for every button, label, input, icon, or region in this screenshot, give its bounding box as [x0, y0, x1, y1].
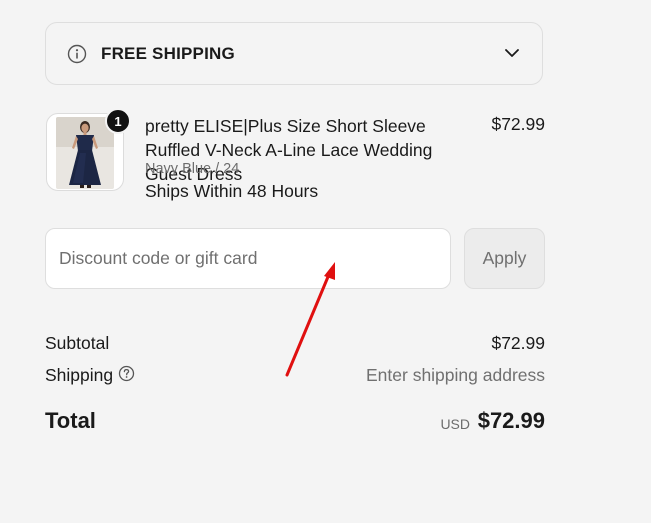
free-shipping-banner[interactable]: FREE SHIPPING: [45, 22, 543, 85]
product-variant: Navy Blue / 24: [145, 161, 240, 177]
total-label: Total: [45, 408, 96, 433]
discount-code-input[interactable]: [45, 228, 451, 289]
total-currency: USD: [440, 416, 470, 432]
order-summary-panel: FREE SHIPPING 1 pretty ELISE|Plus Size S…: [0, 0, 651, 523]
free-shipping-label: FREE SHIPPING: [101, 44, 235, 63]
shipping-value: Enter shipping address: [366, 365, 545, 385]
shipping-label: Shipping: [45, 365, 114, 385]
chevron-down-icon[interactable]: [504, 47, 520, 59]
dress-image: [56, 117, 114, 189]
product-shipping-note: Ships Within 48 Hours: [145, 181, 319, 201]
info-icon: [67, 44, 87, 64]
quantity-badge: 1: [105, 108, 131, 134]
subtotal-value: $72.99: [491, 333, 545, 353]
total-value: $72.99: [477, 408, 545, 433]
question-circle-icon[interactable]: [118, 365, 135, 382]
apply-discount-button[interactable]: Apply: [464, 228, 545, 289]
subtotal-label: Subtotal: [45, 333, 110, 353]
product-price: $72.99: [491, 114, 545, 134]
